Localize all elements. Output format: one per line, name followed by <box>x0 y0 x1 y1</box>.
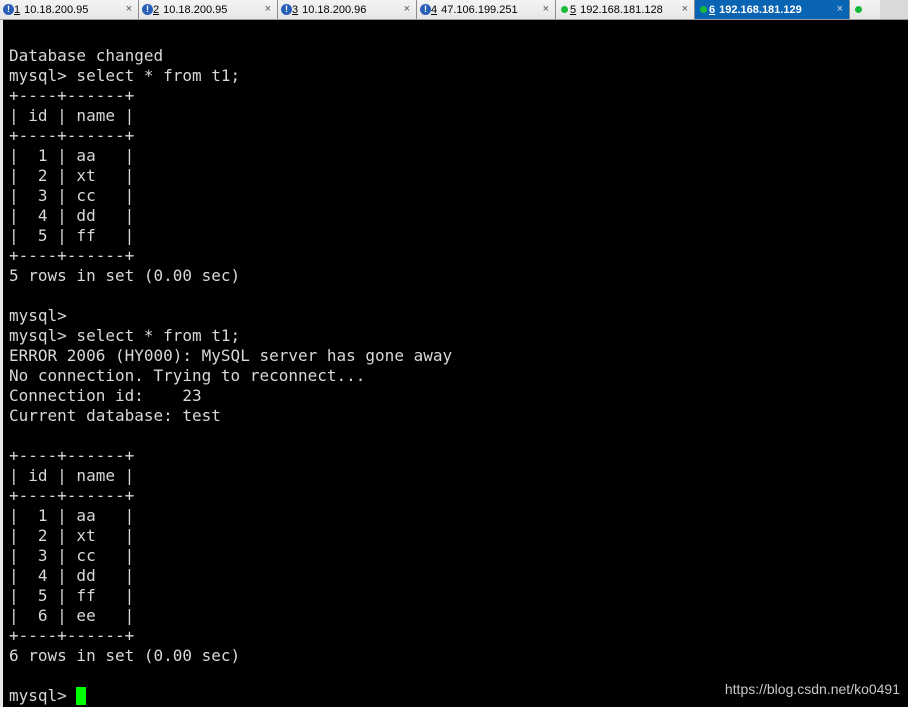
session-tab-2[interactable]: ! 2 10.18.200.95 × <box>139 0 278 19</box>
terminal-line: | id | name | <box>9 466 135 485</box>
terminal-line: | 1 | aa | <box>9 146 135 165</box>
tab-number: 2 <box>153 3 160 16</box>
terminal-line: | 3 | cc | <box>9 546 135 565</box>
tab-host: 10.18.200.95 <box>163 3 228 16</box>
terminal-line: +----+------+ <box>9 486 135 505</box>
session-tab-5[interactable]: 5 192.168.181.128 × <box>556 0 695 19</box>
terminal-line: | 2 | xt | <box>9 526 135 545</box>
terminal-prompt: mysql> <box>9 686 77 705</box>
connected-dot-icon <box>561 6 568 13</box>
terminal-line: | 6 | ee | <box>9 606 135 625</box>
terminal-line: 6 rows in set (0.00 sec) <box>9 646 241 665</box>
tab-number: 3 <box>292 3 299 16</box>
terminal-line: ERROR 2006 (HY000): MySQL server has gon… <box>9 346 453 365</box>
tab-host: 192.168.181.129 <box>719 3 802 16</box>
text-cursor[interactable] <box>76 687 87 705</box>
connected-dot-icon <box>855 6 862 13</box>
terminal-line: | 3 | cc | <box>9 186 135 205</box>
close-icon[interactable]: × <box>682 3 688 15</box>
terminal-line: Connection id: 23 <box>9 386 202 405</box>
terminal-line: +----+------+ <box>9 86 135 105</box>
session-tab-1[interactable]: ! 1 10.18.200.95 × <box>0 0 139 19</box>
session-tab-3[interactable]: ! 3 10.18.200.96 × <box>278 0 417 19</box>
session-tab-bar: ! 1 10.18.200.95 × ! 2 10.18.200.95 × ! … <box>0 0 908 20</box>
terminal-line: Current database: test <box>9 406 221 425</box>
warning-icon: ! <box>281 4 292 15</box>
warning-icon: ! <box>3 4 14 15</box>
terminal-line: 5 rows in set (0.00 sec) <box>9 266 241 285</box>
window-left-edge <box>0 20 3 707</box>
tab-host: 10.18.200.96 <box>302 3 367 16</box>
close-icon[interactable]: × <box>404 3 410 15</box>
session-tab-7[interactable] <box>850 0 880 19</box>
terminal-line: | 4 | dd | <box>9 206 135 225</box>
watermark: https://blog.csdn.net/ko0491 <box>724 681 900 697</box>
terminal-line: +----+------+ <box>9 246 135 265</box>
terminal-line: | 5 | ff | <box>9 586 135 605</box>
terminal-line: mysql> select * from t1; <box>9 66 241 85</box>
tab-number: 5 <box>570 3 577 16</box>
close-icon[interactable]: × <box>837 3 843 15</box>
terminal-line: | 5 | ff | <box>9 226 135 245</box>
warning-icon: ! <box>420 4 431 15</box>
warning-icon: ! <box>142 4 153 15</box>
tab-host: 10.18.200.95 <box>24 3 89 16</box>
session-tab-4[interactable]: ! 4 47.106.199.251 × <box>417 0 556 19</box>
terminal-line: +----+------+ <box>9 446 135 465</box>
terminal-line: Database changed <box>9 46 164 65</box>
terminal-line: mysql> <box>9 306 67 325</box>
terminal-line: | id | name | <box>9 106 135 125</box>
session-tab-6[interactable]: 6 192.168.181.129 × <box>695 0 850 19</box>
close-icon[interactable]: × <box>126 3 132 15</box>
terminal-line: +----+------+ <box>9 626 135 645</box>
terminal-line: | 1 | aa | <box>9 506 135 525</box>
tab-host: 192.168.181.128 <box>580 3 663 16</box>
terminal-line: +----+------+ <box>9 126 135 145</box>
terminal-line: mysql> select * from t1; <box>9 326 241 345</box>
terminal-output[interactable]: Database changed mysql> select * from t1;… <box>9 46 908 707</box>
close-icon[interactable]: × <box>543 3 549 15</box>
terminal-line: | 2 | xt | <box>9 166 135 185</box>
close-icon[interactable]: × <box>265 3 271 15</box>
tab-number: 4 <box>431 3 438 16</box>
terminal-line: | 4 | dd | <box>9 566 135 585</box>
tab-number: 6 <box>709 3 716 16</box>
tab-number: 1 <box>14 3 21 16</box>
connected-dot-icon <box>700 6 707 13</box>
tab-host: 47.106.199.251 <box>441 3 518 16</box>
terminal-line: No connection. Trying to reconnect... <box>9 366 366 385</box>
